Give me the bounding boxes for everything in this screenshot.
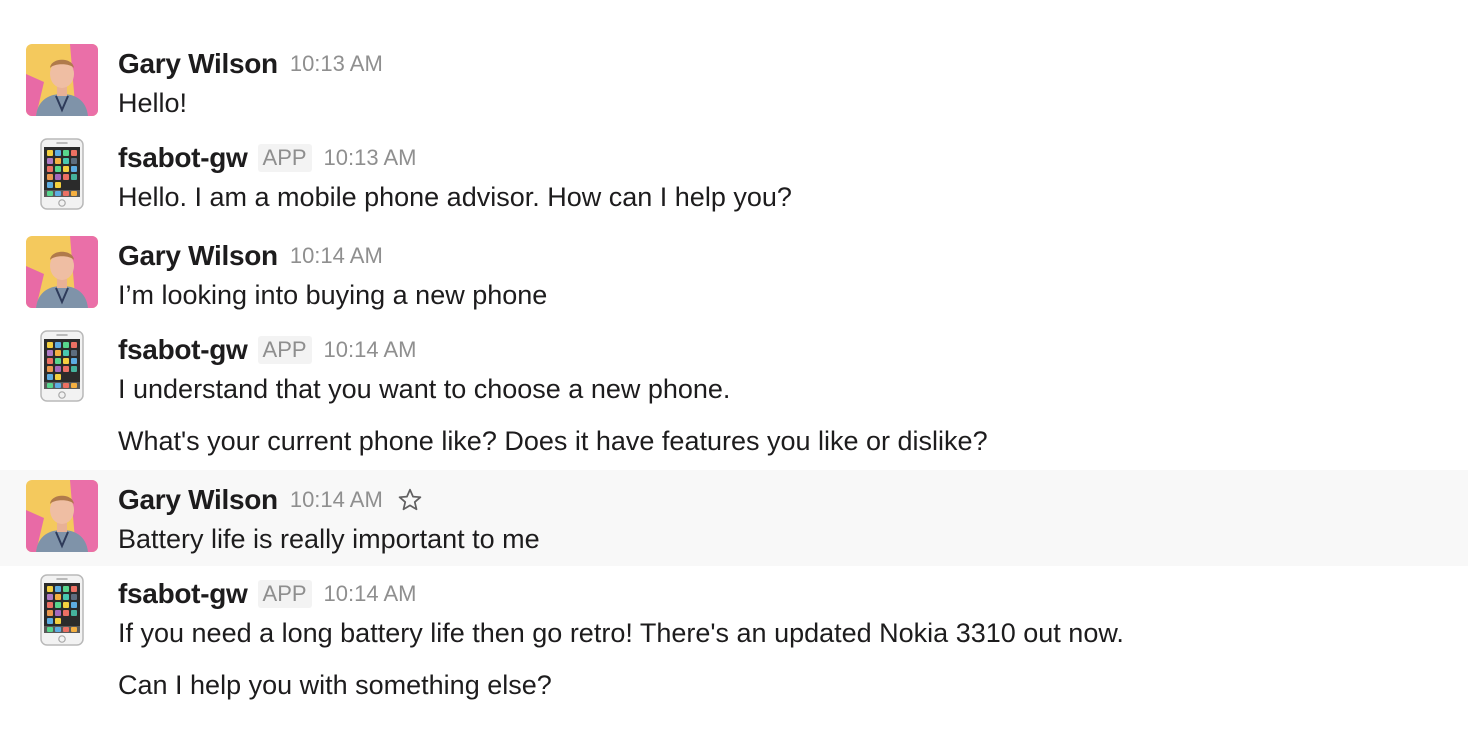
message-text: If you need a long battery life then go …	[118, 618, 1124, 648]
avatar[interactable]	[26, 330, 98, 402]
sender-name[interactable]: fsabot-gw	[118, 334, 248, 365]
message-text: What's your current phone like? Does it …	[118, 426, 988, 456]
message-timestamp[interactable]: 10:14 AM	[324, 330, 417, 370]
message-item[interactable]: fsabot-gw APP 10:14 AM If you need a long …	[0, 566, 1468, 726]
person-photo-icon	[26, 480, 98, 552]
message-text: Hello. I am a mobile phone advisor. How …	[118, 182, 792, 212]
message-item-hovered[interactable]: Gary Wilson 10:14 AM Battery life is real…	[0, 470, 1468, 566]
message-timestamp[interactable]: 10:14 AM	[290, 480, 383, 520]
message-text: Battery life is really important to me	[118, 524, 540, 554]
avatar[interactable]	[26, 574, 98, 646]
sender-name[interactable]: fsabot-gw	[118, 142, 248, 173]
message-feed: Gary Wilson 10:13 AM Hello! fsabot-gw AP…	[0, 0, 1468, 736]
app-badge: APP	[257, 336, 312, 364]
message-text: I’m looking into buying a new phone	[118, 280, 548, 310]
message-timestamp[interactable]: 10:14 AM	[290, 236, 383, 276]
avatar[interactable]	[26, 44, 98, 116]
avatar[interactable]	[26, 138, 98, 210]
message-item[interactable]: fsabot-gw APP 10:14 AM I understand that y…	[0, 318, 1468, 468]
person-photo-icon	[26, 236, 98, 308]
star-icon[interactable]	[397, 487, 423, 513]
avatar[interactable]	[26, 236, 98, 308]
message-item[interactable]: Gary Wilson 10:13 AM Hello!	[0, 30, 1468, 124]
message-timestamp[interactable]: 10:13 AM	[290, 44, 383, 84]
person-photo-icon	[26, 44, 98, 116]
sender-name[interactable]: Gary Wilson	[118, 240, 278, 271]
message-text: I understand that you want to choose a n…	[118, 374, 731, 404]
mobile-phone-icon	[40, 330, 84, 402]
mobile-phone-icon	[40, 574, 84, 646]
message-item[interactable]: Gary Wilson 10:14 AM I’m looking into buy…	[0, 222, 1468, 316]
message-timestamp[interactable]: 10:14 AM	[324, 574, 417, 614]
sender-name[interactable]: Gary Wilson	[118, 484, 278, 515]
app-badge: APP	[257, 580, 312, 608]
message-text: Can I help you with something else?	[118, 670, 552, 700]
message-item[interactable]: fsabot-gw APP 10:13 AM Hello. I am a mobil…	[0, 124, 1468, 220]
sender-name[interactable]: fsabot-gw	[118, 578, 248, 609]
app-badge: APP	[257, 144, 312, 172]
sender-name[interactable]: Gary Wilson	[118, 48, 278, 79]
avatar[interactable]	[26, 480, 98, 552]
message-text: Hello!	[118, 88, 188, 118]
mobile-phone-icon	[40, 138, 84, 210]
message-timestamp[interactable]: 10:13 AM	[324, 138, 417, 178]
